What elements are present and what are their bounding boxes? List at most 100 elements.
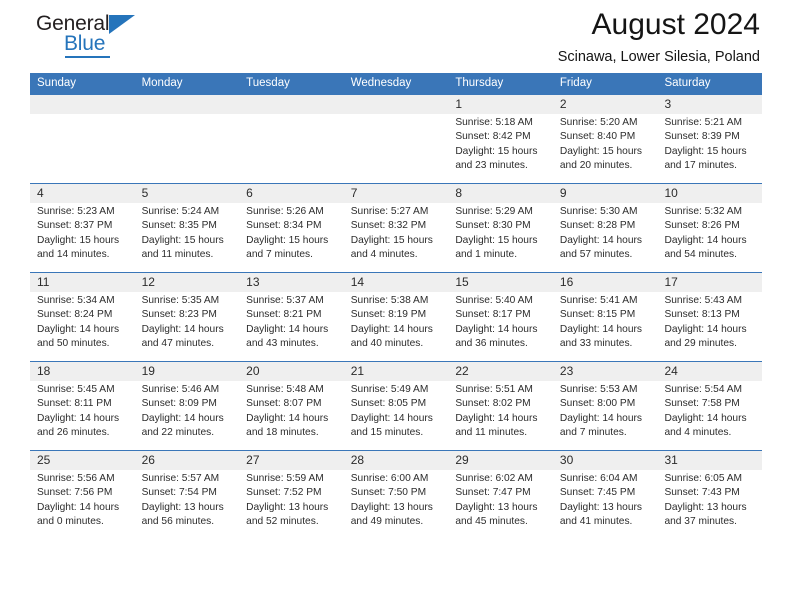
day-cell[interactable]: 6 Sunrise: 5:26 AM Sunset: 8:34 PM Dayli… bbox=[239, 184, 344, 272]
day-cell[interactable]: 24 Sunrise: 5:54 AM Sunset: 7:58 PM Dayl… bbox=[657, 362, 762, 450]
daylight-text-line1: Daylight: 14 hours bbox=[37, 412, 120, 424]
daylight-text-line1: Daylight: 14 hours bbox=[350, 412, 433, 424]
day-details: Sunrise: 5:49 AM Sunset: 8:05 PM Dayligh… bbox=[351, 383, 442, 441]
day-cell[interactable]: 30 Sunrise: 6:04 AM Sunset: 7:45 PM Dayl… bbox=[553, 451, 658, 539]
day-details: Sunrise: 5:53 AM Sunset: 8:00 PM Dayligh… bbox=[560, 383, 651, 441]
sunset-text: Sunset: 8:05 PM bbox=[350, 398, 427, 410]
daylight-text-line2: and 36 minutes. bbox=[455, 338, 528, 350]
sunset-text: Sunset: 8:35 PM bbox=[141, 220, 217, 232]
sunset-text: Sunset: 8:30 PM bbox=[455, 220, 531, 232]
day-number: 20 bbox=[246, 364, 260, 378]
daylight-text-line1: Daylight: 14 hours bbox=[246, 323, 329, 335]
daylight-text-line1: Daylight: 15 hours bbox=[37, 234, 120, 246]
day-number: 22 bbox=[455, 364, 469, 378]
day-details: Sunrise: 5:29 AM Sunset: 8:30 PM Dayligh… bbox=[455, 205, 546, 263]
day-number: 10 bbox=[664, 186, 678, 200]
day-cell[interactable]: 9 Sunrise: 5:30 AM Sunset: 8:28 PM Dayli… bbox=[553, 184, 658, 272]
day-cell[interactable] bbox=[135, 95, 240, 183]
day-cell[interactable]: 25 Sunrise: 5:56 AM Sunset: 7:56 PM Dayl… bbox=[30, 451, 135, 539]
sunrise-text: Sunrise: 5:35 AM bbox=[141, 295, 220, 306]
sunrise-text: Sunrise: 6:00 AM bbox=[350, 473, 429, 484]
sunrise-text: Sunrise: 5:57 AM bbox=[141, 473, 220, 484]
day-cell[interactable]: 2 Sunrise: 5:20 AM Sunset: 8:40 PM Dayli… bbox=[553, 95, 658, 183]
sunrise-text: Sunrise: 5:43 AM bbox=[664, 295, 743, 306]
sunset-text: Sunset: 7:58 PM bbox=[664, 398, 740, 410]
day-cell[interactable]: 10 Sunrise: 5:32 AM Sunset: 8:26 PM Dayl… bbox=[657, 184, 762, 272]
day-details: Sunrise: 5:34 AM Sunset: 8:24 PM Dayligh… bbox=[37, 294, 128, 352]
day-details: Sunrise: 5:56 AM Sunset: 7:56 PM Dayligh… bbox=[37, 472, 128, 530]
daylight-text-line1: Daylight: 14 hours bbox=[141, 323, 224, 335]
day-cell[interactable]: 16 Sunrise: 5:41 AM Sunset: 8:15 PM Dayl… bbox=[553, 273, 658, 361]
day-cell[interactable] bbox=[30, 95, 135, 183]
daylight-text-line1: Daylight: 13 hours bbox=[559, 501, 643, 513]
daylight-text-line2: and 22 minutes. bbox=[141, 427, 215, 439]
day-cell[interactable]: 1 Sunrise: 5:18 AM Sunset: 8:42 PM Dayli… bbox=[448, 95, 553, 183]
day-cell[interactable]: 11 Sunrise: 5:34 AM Sunset: 8:24 PM Dayl… bbox=[30, 273, 135, 361]
day-cell[interactable]: 7 Sunrise: 5:27 AM Sunset: 8:32 PM Dayli… bbox=[344, 184, 449, 272]
sunrise-text: Sunrise: 5:27 AM bbox=[350, 206, 429, 217]
sunrise-text: Sunrise: 5:21 AM bbox=[664, 117, 743, 128]
daylight-text-line2: and 26 minutes. bbox=[37, 427, 110, 439]
daylight-text-line2: and 14 minutes. bbox=[37, 249, 110, 261]
day-cell[interactable] bbox=[344, 95, 449, 183]
sunset-text: Sunset: 8:42 PM bbox=[455, 131, 531, 143]
day-details: Sunrise: 5:59 AM Sunset: 7:52 PM Dayligh… bbox=[246, 472, 337, 530]
daylight-text-line2: and 47 minutes. bbox=[141, 338, 215, 350]
day-cell[interactable]: 27 Sunrise: 5:59 AM Sunset: 7:52 PM Dayl… bbox=[239, 451, 344, 539]
sunset-text: Sunset: 8:07 PM bbox=[246, 398, 322, 410]
daylight-text-line2: and 11 minutes. bbox=[141, 249, 214, 261]
day-cell[interactable]: 19 Sunrise: 5:46 AM Sunset: 8:09 PM Dayl… bbox=[135, 362, 240, 450]
day-cell[interactable]: 8 Sunrise: 5:29 AM Sunset: 8:30 PM Dayli… bbox=[448, 184, 553, 272]
day-cell[interactable]: 26 Sunrise: 5:57 AM Sunset: 7:54 PM Dayl… bbox=[135, 451, 240, 539]
day-cell[interactable]: 17 Sunrise: 5:43 AM Sunset: 8:13 PM Dayl… bbox=[657, 273, 762, 361]
day-number: 17 bbox=[664, 275, 678, 289]
day-details: Sunrise: 5:48 AM Sunset: 8:07 PM Dayligh… bbox=[246, 383, 337, 441]
day-cell[interactable]: 18 Sunrise: 5:45 AM Sunset: 8:11 PM Dayl… bbox=[30, 362, 135, 450]
general-blue-logo[interactable]: General Blue bbox=[36, 12, 166, 64]
day-number: 31 bbox=[664, 453, 678, 467]
day-cell[interactable]: 22 Sunrise: 5:51 AM Sunset: 8:02 PM Dayl… bbox=[448, 362, 553, 450]
sunset-text: Sunset: 8:00 PM bbox=[559, 398, 636, 410]
weekday-header-row: Sunday Monday Tuesday Wednesday Thursday… bbox=[30, 73, 762, 94]
day-cell[interactable]: 12 Sunrise: 5:35 AM Sunset: 8:23 PM Dayl… bbox=[135, 273, 240, 361]
day-number: 21 bbox=[350, 364, 365, 378]
title-block: August 2024 Scinawa, Lower Silesia, Pola… bbox=[558, 6, 760, 67]
day-cell[interactable]: 29 Sunrise: 6:02 AM Sunset: 7:47 PM Dayl… bbox=[448, 451, 553, 539]
day-cell[interactable]: 3 Sunrise: 5:21 AM Sunset: 8:39 PM Dayli… bbox=[657, 95, 762, 183]
day-cell[interactable]: 15 Sunrise: 5:40 AM Sunset: 8:17 PM Dayl… bbox=[448, 273, 553, 361]
daylight-text-line1: Daylight: 14 hours bbox=[455, 412, 538, 424]
sunrise-text: Sunrise: 5:51 AM bbox=[455, 384, 533, 395]
day-cell[interactable]: 21 Sunrise: 5:49 AM Sunset: 8:05 PM Dayl… bbox=[344, 362, 449, 450]
daylight-text-line1: Daylight: 14 hours bbox=[559, 234, 643, 246]
day-cell[interactable]: 28 Sunrise: 6:00 AM Sunset: 7:50 PM Dayl… bbox=[344, 451, 449, 539]
day-cell[interactable] bbox=[239, 95, 344, 183]
day-cell[interactable]: 20 Sunrise: 5:48 AM Sunset: 8:07 PM Dayl… bbox=[239, 362, 344, 450]
day-number: 12 bbox=[141, 275, 155, 289]
daylight-text-line2: and 20 minutes. bbox=[559, 160, 633, 172]
day-number: 30 bbox=[559, 453, 574, 467]
sunrise-text: Sunrise: 5:54 AM bbox=[664, 384, 743, 395]
sunrise-text: Sunrise: 5:46 AM bbox=[141, 384, 220, 395]
day-cell[interactable]: 13 Sunrise: 5:37 AM Sunset: 8:21 PM Dayl… bbox=[239, 273, 344, 361]
day-cell[interactable]: 23 Sunrise: 5:53 AM Sunset: 8:00 PM Dayl… bbox=[553, 362, 658, 450]
page-title: August 2024 bbox=[591, 8, 760, 41]
weekday-header-thursday: Thursday bbox=[455, 77, 504, 89]
day-number: 18 bbox=[37, 364, 51, 378]
daylight-text-line1: Daylight: 14 hours bbox=[664, 323, 747, 335]
day-number: 19 bbox=[141, 364, 155, 378]
day-cell[interactable]: 5 Sunrise: 5:24 AM Sunset: 8:35 PM Dayli… bbox=[135, 184, 240, 272]
day-number: 1 bbox=[455, 97, 462, 111]
day-number: 26 bbox=[141, 453, 155, 467]
daylight-text-line1: Daylight: 15 hours bbox=[664, 145, 747, 157]
daylight-text-line2: and 37 minutes. bbox=[664, 516, 737, 528]
day-number: 13 bbox=[246, 275, 260, 289]
daylight-text-line2: and 0 minutes. bbox=[37, 516, 104, 528]
day-cell[interactable]: 31 Sunrise: 6:05 AM Sunset: 7:43 PM Dayl… bbox=[657, 451, 762, 539]
day-cell[interactable]: 14 Sunrise: 5:38 AM Sunset: 8:19 PM Dayl… bbox=[344, 273, 449, 361]
sunset-text: Sunset: 8:09 PM bbox=[141, 398, 217, 410]
sunrise-text: Sunrise: 5:40 AM bbox=[455, 295, 533, 306]
sunrise-text: Sunrise: 6:04 AM bbox=[559, 473, 638, 484]
day-number: 3 bbox=[664, 97, 672, 111]
day-cell[interactable]: 4 Sunrise: 5:23 AM Sunset: 8:37 PM Dayli… bbox=[30, 184, 135, 272]
daylight-text-line2: and 57 minutes. bbox=[559, 249, 633, 261]
